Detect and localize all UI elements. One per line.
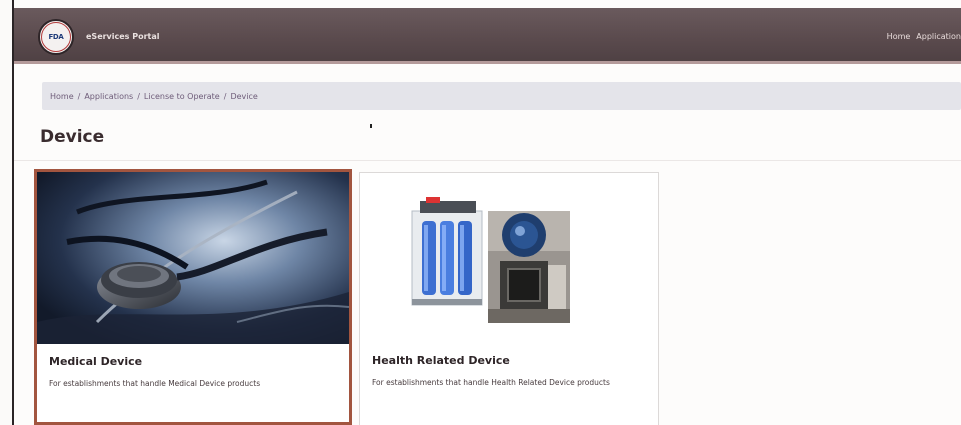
breadcrumb-current: Device (230, 91, 258, 101)
medical-device-card[interactable]: Medical Device For establishments that h… (34, 169, 352, 425)
page-title: Device (40, 127, 105, 147)
breadcrumb-home[interactable]: Home (50, 92, 74, 101)
breadcrumb-applications[interactable]: Applications (84, 92, 133, 101)
breadcrumb-separator: / (77, 91, 81, 101)
card-title: Medical Device (49, 355, 143, 368)
stethoscope-image (37, 172, 349, 344)
breadcrumb-separator: / (137, 91, 140, 101)
breadcrumb-separator: / (223, 91, 227, 101)
logo-text: FDA (41, 22, 71, 52)
breadcrumb: Home / Applications / License to Operate… (42, 82, 961, 110)
water-filter-image (360, 173, 658, 345)
card-title: Health Related Device (372, 354, 510, 367)
top-navbar: FDA eServices Portal Home Application (14, 8, 961, 64)
nav-application-link[interactable]: Application (916, 32, 961, 41)
brand-name[interactable]: eServices Portal (86, 32, 160, 41)
fda-logo[interactable]: FDA (38, 19, 74, 55)
breadcrumb-license[interactable]: License to Operate (144, 92, 220, 101)
card-description: For establishments that handle Medical D… (49, 379, 261, 388)
divider (14, 160, 961, 161)
mouse-cursor (370, 124, 372, 128)
app-frame: FDA eServices Portal Home Application Ho… (12, 0, 961, 425)
nav-home-link[interactable]: Home (887, 32, 911, 41)
top-nav: Home Application (887, 32, 961, 41)
card-description: For establishments that handle Health Re… (372, 378, 610, 387)
health-related-device-card[interactable]: Health Related Device For establishments… (359, 172, 659, 425)
